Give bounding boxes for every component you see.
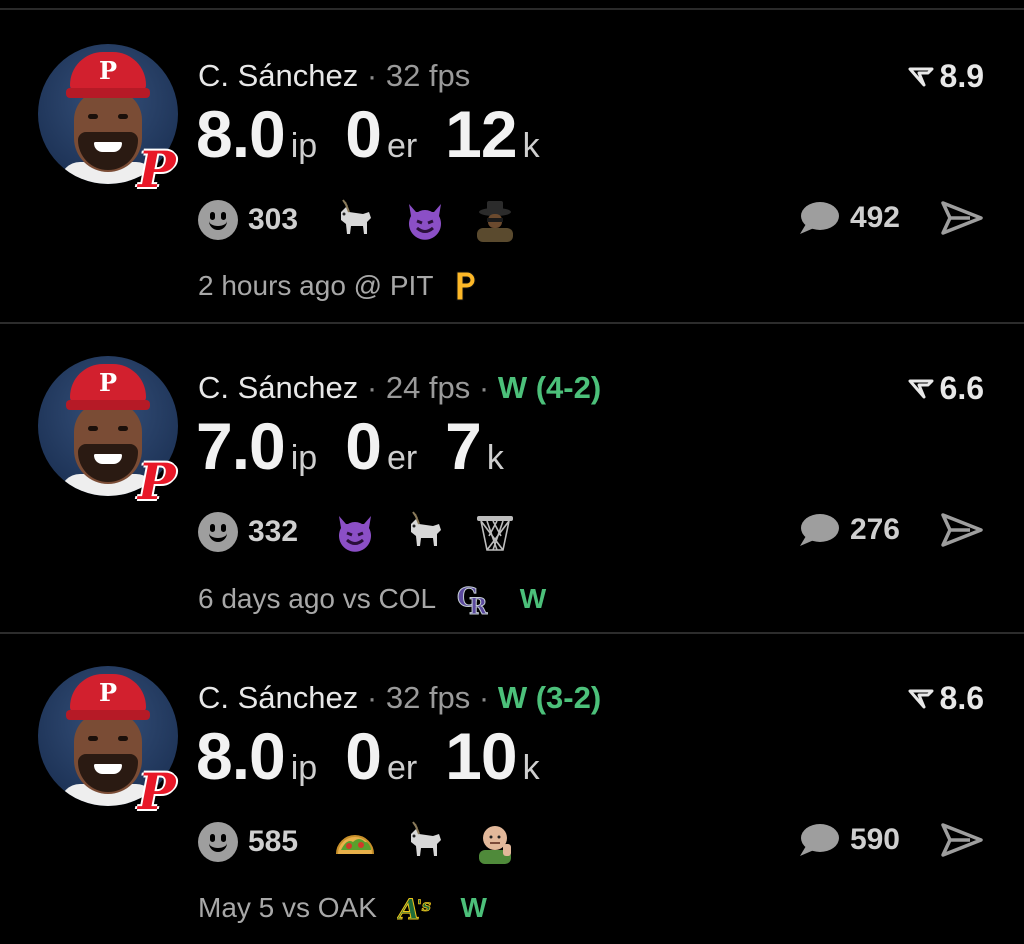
athletics-logo-icon[interactable]: A's: [397, 891, 433, 925]
comment-bubble-icon[interactable]: [796, 820, 840, 860]
player-avatar[interactable]: P P: [38, 666, 178, 821]
react-smiley-icon[interactable]: [198, 200, 238, 240]
game-result: W: [460, 891, 487, 923]
headline: C. Sánchez · 32 fps: [198, 58, 471, 93]
innings-pitched: 7.0: [196, 409, 286, 483]
reactions-bar: 332: [198, 510, 539, 558]
earned-runs: 0: [345, 97, 382, 171]
pitching-line: 8.0 ip 0 er 10 k: [196, 719, 540, 793]
feed-card-3[interactable]: P P C. Sánchez · 32 fps · W (3-2) 8.6 8.…: [0, 634, 1024, 944]
phillies-logo-icon: P: [138, 452, 176, 511]
rating-score: 8.9: [908, 58, 984, 95]
fps-value: 24 fps: [385, 370, 471, 405]
strikeouts: 10: [445, 719, 517, 793]
comment-count: 276: [849, 513, 900, 546]
reaction-count: 303: [248, 203, 299, 236]
svg-text:R: R: [469, 594, 488, 618]
game-time-text: 6 days ago vs COL: [198, 583, 437, 614]
share-send-icon[interactable]: [940, 512, 984, 548]
comment-bubble-icon[interactable]: [796, 510, 840, 550]
rating-icon: [908, 689, 934, 709]
win-loss-record: W (3-2): [497, 680, 602, 715]
fps-value: 32 fps: [385, 58, 471, 93]
game-info: May 5 vs OAK A's W: [198, 890, 487, 925]
pitching-line: 7.0 ip 0 er 7 k: [196, 409, 504, 483]
comments-bar: 590: [796, 820, 984, 868]
innings-pitched: 8.0: [196, 719, 286, 793]
pirates-logo-icon[interactable]: [453, 270, 477, 302]
headline: C. Sánchez · 24 fps · W (4-2): [198, 370, 602, 405]
earned-runs: 0: [345, 409, 382, 483]
headline: C. Sánchez · 32 fps · W (3-2): [198, 680, 602, 715]
reactions-bar: 303: [198, 198, 539, 246]
earned-runs: 0: [345, 719, 382, 793]
basketball-net-icon[interactable]: [473, 510, 517, 554]
player-avatar[interactable]: P P: [38, 44, 178, 199]
rating-icon: [908, 67, 934, 87]
game-info: 2 hours ago @ PIT: [198, 268, 477, 302]
fps-value: 32 fps: [385, 680, 471, 715]
rating-icon: [908, 379, 934, 399]
player-name[interactable]: C. Sánchez: [198, 58, 358, 93]
comment-bubble-icon[interactable]: [796, 198, 840, 238]
share-send-icon[interactable]: [940, 822, 984, 858]
comments-bar: 492: [796, 198, 984, 246]
success-kid-icon[interactable]: [473, 820, 517, 864]
smiling-devil-icon[interactable]: [333, 510, 377, 554]
svg-text:'s: 's: [417, 896, 431, 915]
innings-pitched: 8.0: [196, 97, 286, 171]
comment-count: 590: [849, 823, 900, 856]
pitching-line: 8.0 ip 0 er 12 k: [196, 97, 540, 171]
player-name[interactable]: C. Sánchez: [198, 680, 358, 715]
reaction-count: 585: [248, 825, 299, 858]
goat-icon[interactable]: [403, 820, 447, 864]
share-send-icon[interactable]: [940, 200, 984, 236]
comment-count: 492: [849, 201, 900, 234]
taco-icon[interactable]: [333, 820, 377, 864]
react-smiley-icon[interactable]: [198, 512, 238, 552]
game-info: 6 days ago vs COL CR W: [198, 580, 547, 619]
goat-icon[interactable]: [403, 510, 447, 554]
player-avatar[interactable]: P P: [38, 356, 178, 511]
player-name[interactable]: C. Sánchez: [198, 370, 358, 405]
game-time-text: May 5 vs OAK: [198, 891, 377, 923]
feed-card-2[interactable]: P P C. Sánchez · 24 fps · W (4-2) 6.6 7.…: [0, 324, 1024, 634]
reactions-bar: 585: [198, 820, 539, 868]
smiling-devil-icon[interactable]: [403, 198, 447, 242]
comments-bar: 276: [796, 510, 984, 558]
react-smiley-icon[interactable]: [198, 822, 238, 862]
person-in-hat-icon[interactable]: [473, 198, 517, 242]
feed-card-1[interactable]: P P C. Sánchez · 32 fps 8.9 8.0 ip 0 er 12 k …: [0, 12, 1024, 322]
reaction-count: 332: [248, 515, 299, 548]
rockies-logo-icon[interactable]: CR: [456, 580, 492, 619]
win-loss-record: W (4-2): [497, 370, 602, 405]
top-divider: [0, 8, 1024, 10]
rating-score: 6.6: [908, 370, 984, 407]
goat-icon[interactable]: [333, 198, 377, 242]
strikeouts: 7: [445, 409, 482, 483]
game-result: W: [519, 583, 547, 614]
game-time-text: 2 hours ago @ PIT: [198, 269, 434, 301]
phillies-logo-icon: P: [138, 140, 176, 199]
phillies-logo-icon: P: [138, 762, 176, 821]
strikeouts: 12: [445, 97, 517, 171]
rating-score: 8.6: [908, 680, 984, 717]
